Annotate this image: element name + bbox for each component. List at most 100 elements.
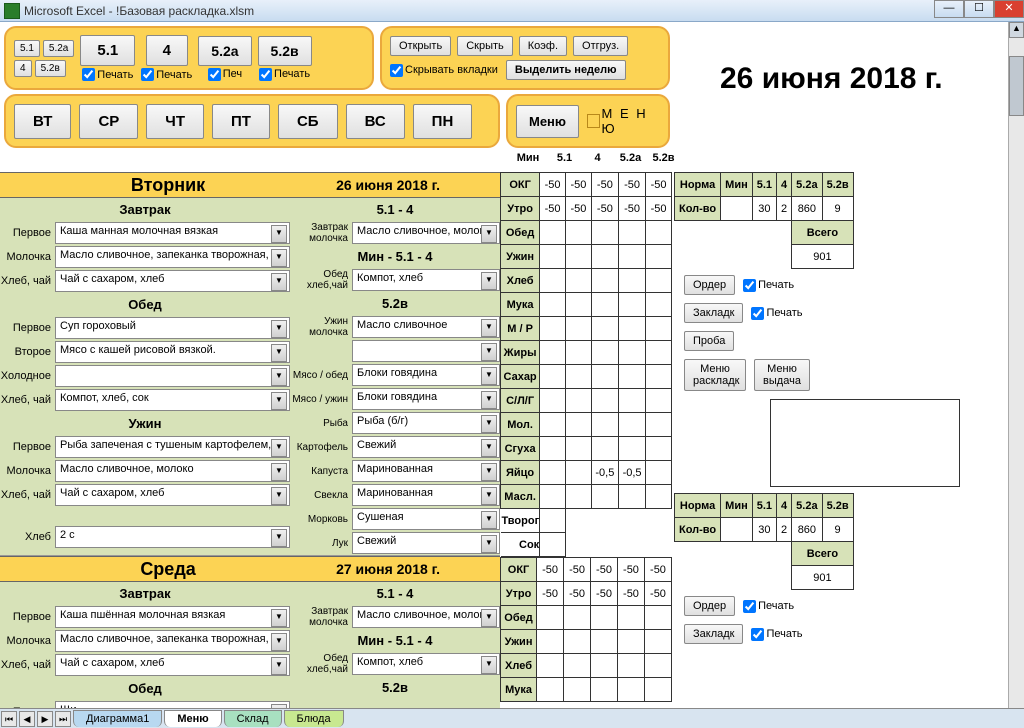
mini-5.2v[interactable]: 5.2в: [35, 60, 66, 77]
day-sat[interactable]: СБ: [278, 104, 338, 139]
day-tue[interactable]: ВТ: [14, 104, 71, 139]
sel-r-cabbage[interactable]: Маринованная: [352, 460, 500, 482]
sel-b-bread[interactable]: Чай с сахаром, хлеб: [55, 270, 290, 292]
sample-button[interactable]: Проба: [684, 331, 734, 351]
tab-last-icon[interactable]: ⏭: [55, 711, 71, 727]
bookmark-print-check[interactable]: Печать: [751, 307, 802, 320]
coef-button[interactable]: Коэф.: [519, 36, 567, 56]
tab-storage[interactable]: Склад: [224, 710, 282, 727]
menu-button[interactable]: Меню: [516, 105, 579, 138]
sel2-r-butter[interactable]: Масло сливочное, молок: [352, 606, 500, 628]
day-fri[interactable]: ПТ: [212, 104, 270, 139]
bookmark-button-2[interactable]: Закладк: [684, 624, 743, 644]
maximize-button[interactable]: ☐: [964, 0, 994, 18]
left-content: Вторник 26 июня 2018 г. Завтрак ПервоеКа…: [0, 172, 500, 708]
select-week-button[interactable]: Выделить неделю: [506, 60, 626, 80]
scroll-up-icon[interactable]: ▲: [1009, 22, 1024, 38]
sel-d-first[interactable]: Рыба запеченая с тушеным картофелем,: [55, 436, 290, 458]
open-button[interactable]: Открыть: [390, 36, 451, 56]
mini-4[interactable]: 4: [14, 60, 32, 77]
section-lunch: Обед: [0, 293, 290, 316]
order-button-2[interactable]: Ордер: [684, 596, 735, 616]
bookmark-button[interactable]: Закладк: [684, 303, 743, 323]
sel2-r-compote[interactable]: Компот, хлеб: [352, 653, 500, 675]
mid-table-area: ОКГ-50-50-50-50-50 Утро-50-50-50-50-50 О…: [500, 172, 672, 702]
hidetabs-check[interactable]: Скрывать вкладки: [390, 64, 498, 77]
section-breakfast: Завтрак: [0, 198, 290, 221]
ship-button[interactable]: Отгруз.: [573, 36, 628, 56]
order-print-check-2[interactable]: Печать: [743, 600, 794, 613]
panel-groups: 5.1 5.2а 4 5.2в 5.1 Печать 4 Печать 5.2а…: [4, 26, 374, 90]
right-content: НормаМин5.145.2а5.2в Кол-во3028609 Всего…: [674, 172, 1008, 652]
preview-box: [770, 399, 960, 487]
minimize-button[interactable]: —: [934, 0, 964, 18]
day-header-wed: Среда 27 июня 2018 г.: [0, 556, 500, 582]
panel-days: ВТ СР ЧТ ПТ СБ ВС ПН: [4, 94, 500, 148]
tab-next-icon[interactable]: ▶: [37, 711, 53, 727]
menu-check[interactable]: М Е Н Ю: [587, 106, 660, 136]
print-check-2[interactable]: Печать: [141, 68, 192, 81]
sel-r-butter[interactable]: Масло сливочное, молок: [352, 222, 500, 244]
sel-b-first[interactable]: Каша манная молочная вязкая: [55, 222, 290, 244]
day-wed[interactable]: СР: [79, 104, 138, 139]
day-sun[interactable]: ВС: [346, 104, 405, 139]
panel-menu: Меню М Е Н Ю: [506, 94, 670, 148]
sel-r-potato[interactable]: Свежий: [352, 436, 500, 458]
excel-icon: [4, 3, 20, 19]
sel-r-beef2[interactable]: Блоки говядина: [352, 388, 500, 410]
sel-bread[interactable]: 2 с: [55, 526, 290, 548]
nutrition-table-1: ОКГ-50-50-50-50-50 Утро-50-50-50-50-50 О…: [500, 172, 672, 557]
sel-d-bread[interactable]: Чай с сахаром, хлеб: [55, 484, 290, 506]
sel-r-fish[interactable]: Рыба (б/г): [352, 412, 500, 434]
hide-button[interactable]: Скрыть: [457, 36, 513, 56]
sel2-b-milk[interactable]: Масло сливочное, запеканка творожная,: [55, 630, 290, 652]
sel-r-onion[interactable]: Свежий: [352, 532, 500, 554]
sel-r-carrot[interactable]: Сушеная: [352, 508, 500, 530]
btn-5.2v[interactable]: 5.2в: [258, 36, 312, 66]
sel-l-bread[interactable]: Компот, хлеб, сок: [55, 389, 290, 411]
sel-b-milk[interactable]: Масло сливочное, запеканка творожная,: [55, 246, 290, 268]
day-thu[interactable]: ЧТ: [146, 104, 204, 139]
worksheet-area: 5.1 5.2а 4 5.2в 5.1 Печать 4 Печать 5.2а…: [0, 22, 1008, 708]
tab-diagram[interactable]: Диаграмма1: [73, 710, 162, 727]
sel-r-beet[interactable]: Маринованная: [352, 484, 500, 506]
mid-col-headers: Мин 5.1 4 5.2а 5.2в: [508, 152, 680, 164]
sel2-b-first[interactable]: Каша пшённая молочная вязкая: [55, 606, 290, 628]
print-check-1[interactable]: Печать: [82, 68, 133, 81]
tab-first-icon[interactable]: ⏮: [1, 711, 17, 727]
sel-r-empty[interactable]: [352, 340, 500, 362]
sel-r-compote[interactable]: Компот, хлеб: [352, 269, 500, 291]
order-print-check[interactable]: Печать: [743, 279, 794, 292]
panel-actions: Открыть Скрыть Коэф. Отгруз. Скрывать вк…: [380, 26, 670, 90]
tab-dishes[interactable]: Блюда: [284, 710, 344, 727]
close-button[interactable]: ✕: [994, 0, 1024, 18]
sel-d-milk[interactable]: Масло сливочное, молоко: [55, 460, 290, 482]
scroll-thumb[interactable]: [1009, 56, 1024, 116]
bookmark-print-check-2[interactable]: Печать: [751, 628, 802, 641]
mini-5.1[interactable]: 5.1: [14, 40, 40, 57]
print-check-3[interactable]: Печ: [208, 68, 242, 81]
vertical-scrollbar[interactable]: ▲: [1008, 22, 1024, 708]
order-button[interactable]: Ордер: [684, 275, 735, 295]
tab-prev-icon[interactable]: ◀: [19, 711, 35, 727]
btn-5.2a[interactable]: 5.2а: [198, 36, 251, 66]
sel-l-cold[interactable]: [55, 365, 290, 387]
sel2-l-first[interactable]: Щи,: [55, 701, 290, 708]
btn-5.1[interactable]: 5.1: [80, 35, 135, 66]
print-check-4[interactable]: Печать: [259, 68, 310, 81]
section-dinner: Ужин: [0, 412, 290, 435]
titlebar: Microsoft Excel - !Базовая раскладка.xls…: [0, 0, 1024, 22]
menu-serve-button[interactable]: Меню выдача: [754, 359, 810, 391]
btn-4[interactable]: 4: [146, 35, 188, 66]
totals-table-1: НормаМин5.145.2а5.2в Кол-во3028609 Всего…: [674, 172, 854, 269]
tab-menu[interactable]: Меню: [164, 710, 221, 727]
menu-layout-button[interactable]: Меню раскладк: [684, 359, 746, 391]
page-title-date: 26 июня 2018 г.: [720, 62, 943, 96]
sel-l-first[interactable]: Суп гороховый: [55, 317, 290, 339]
sel-r-butter2[interactable]: Масло сливочное: [352, 316, 500, 338]
day-mon[interactable]: ПН: [413, 104, 473, 139]
mini-5.2a[interactable]: 5.2а: [43, 40, 74, 57]
sel-l-second[interactable]: Мясо с кашей рисовой вязкой.: [55, 341, 290, 363]
sel-r-beef1[interactable]: Блоки говядина: [352, 364, 500, 386]
sel2-b-bread[interactable]: Чай с сахаром, хлеб: [55, 654, 290, 676]
